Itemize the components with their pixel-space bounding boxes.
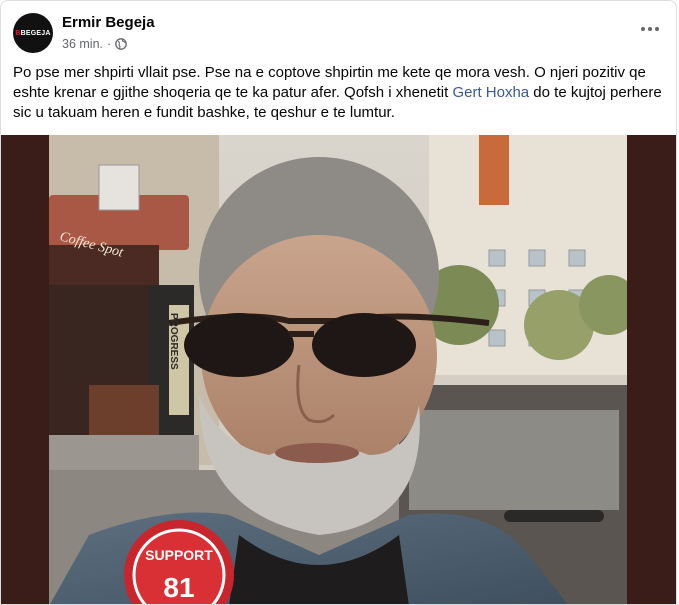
avatar[interactable]: BBEGEJA [13, 13, 53, 53]
patch-number: 81 [163, 572, 194, 603]
mention-link[interactable]: Gert Hoxha [452, 84, 529, 101]
post-text: Po pse mer shpirti vllait pse. Pse na e … [13, 63, 663, 123]
globe-icon[interactable] [115, 38, 128, 50]
photo-illustration: SUPPORT 81 Coffee Spot PROGRESS [49, 135, 627, 604]
post-header: BBEGEJA Ermir Begeja 36 min. · [1, 1, 676, 61]
more-options-icon [641, 27, 659, 31]
author-name[interactable]: Ermir Begeja [62, 14, 155, 31]
post-timestamp[interactable]: 36 min. [62, 37, 103, 51]
meta-separator: · [107, 37, 112, 51]
post-photo-container[interactable]: SUPPORT 81 Coffee Spot PROGRESS [1, 135, 676, 604]
post-photo[interactable]: SUPPORT 81 Coffee Spot PROGRESS [49, 135, 627, 604]
vertical-sign: PROGRESS [168, 313, 179, 370]
patch-text: SUPPORT [145, 547, 213, 563]
post-card: BBEGEJA Ermir Begeja 36 min. · Po pse me… [0, 0, 677, 605]
avatar-logo: BBEGEJA [15, 29, 51, 37]
post-meta: 36 min. · [62, 37, 128, 51]
more-options-button[interactable] [636, 17, 664, 41]
